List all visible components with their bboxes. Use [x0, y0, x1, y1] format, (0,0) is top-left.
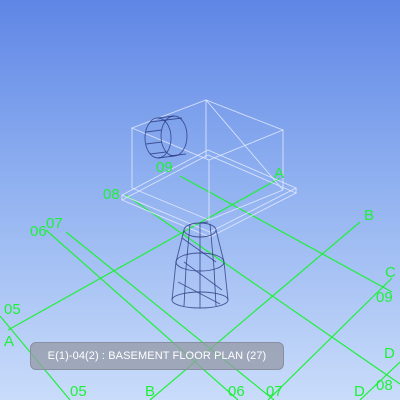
grid-label-B-bottom: B: [145, 383, 155, 400]
grid-label-06-bottom: 06: [228, 383, 245, 400]
scene-canvas[interactable]: 09 08 07 06 05 A A B C 09 D 08 05 B 06 0…: [0, 0, 400, 400]
grid-label-D-right: D: [384, 345, 395, 362]
grid-label-06-left: 06: [30, 223, 47, 240]
grid-label-05-left: 05: [4, 301, 21, 318]
grid-label-07-left: 07: [46, 215, 63, 232]
grid-line-A: [7, 177, 281, 331]
grid-label-C-right: C: [385, 264, 396, 281]
grid-line-C: [267, 277, 393, 400]
grid-label-08-left: 08: [103, 186, 120, 203]
grid-label-09-right: 09: [376, 289, 393, 306]
grid-line-B: [149, 221, 361, 400]
grid-label-B-right: B: [364, 207, 374, 224]
grid-label-08-right: 08: [376, 377, 393, 394]
grid-label-D-bottom: D: [354, 383, 365, 400]
grid-label-05-bottom: 05: [70, 383, 87, 400]
wireframe-cylinder[interactable]: [144, 115, 188, 159]
grid-label-07-bottom: 07: [266, 383, 283, 400]
grid-label-09-top: 09: [156, 159, 173, 176]
3d-viewport[interactable]: 09 08 07 06 05 A A B C 09 D 08 05 B 06 0…: [0, 0, 400, 400]
view-tag-label[interactable]: E(1)-04(2) : BASEMENT FLOOR PLAN (27): [30, 342, 284, 370]
grid-label-A-left: A: [4, 333, 14, 350]
grid-line-07: [65, 231, 275, 400]
wireframe-box[interactable]: [130, 99, 285, 221]
wireframe-frustum[interactable]: [171, 221, 229, 309]
grid-label-A-top: A: [274, 165, 284, 182]
